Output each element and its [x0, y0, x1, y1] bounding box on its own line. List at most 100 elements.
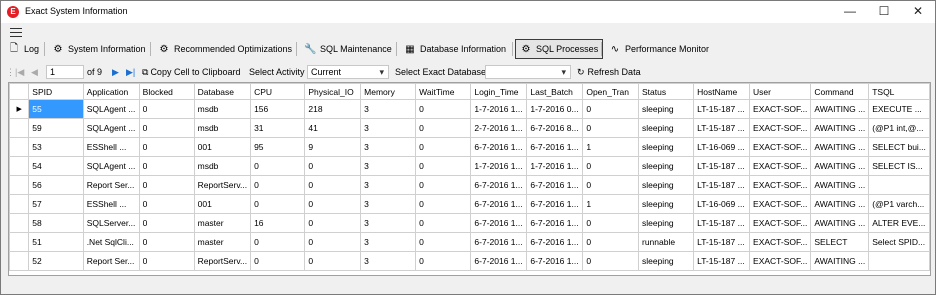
row-header[interactable]: ▶ — [9, 99, 30, 119]
column-header-login-time[interactable]: Login_Time — [470, 83, 528, 100]
table-cell[interactable]: 156 — [250, 99, 306, 119]
table-cell[interactable]: 58 — [28, 213, 84, 233]
row-header[interactable] — [9, 232, 30, 252]
table-cell[interactable]: 3 — [360, 213, 417, 233]
table-cell[interactable]: AWAITING ... — [810, 251, 870, 271]
table-cell[interactable]: 0 — [138, 213, 195, 233]
previous-record-button[interactable]: ◀ — [31, 65, 38, 79]
table-cell[interactable]: 0 — [582, 213, 639, 233]
table-cell[interactable]: SELECT IS... — [868, 156, 930, 176]
first-record-button[interactable]: |◀ — [15, 65, 24, 79]
table-cell[interactable]: 3 — [360, 137, 417, 157]
row-header[interactable] — [9, 118, 30, 138]
column-header-memory[interactable]: Memory — [360, 83, 417, 100]
table-cell[interactable]: 0 — [582, 251, 639, 271]
table-cell[interactable]: 3 — [360, 194, 417, 214]
row-header[interactable] — [9, 213, 30, 233]
table-cell[interactable]: 1 — [582, 137, 639, 157]
column-header-spid[interactable]: SPID — [28, 83, 84, 100]
table-row[interactable]: 58 SQLServer... 0 master 16 0 3 0 6-7-2016 1... 6… — [9, 213, 930, 233]
table-cell[interactable]: msdb — [193, 118, 252, 138]
table-cell[interactable]: SELECT — [810, 232, 870, 252]
table-cell[interactable]: 0 — [415, 99, 472, 119]
hamburger-menu-icon[interactable] — [10, 28, 22, 38]
tab-sql-maintenance[interactable]: 🔧 SQL Maintenance — [300, 39, 396, 59]
table-row[interactable]: ▶ 55 SQLAgent ... 0 msdb 156 218 3 0 1-7-2016 1..… — [9, 99, 930, 119]
table-cell[interactable]: 6-7-2016 1... — [526, 251, 584, 271]
column-header-tsql[interactable]: TSQL — [868, 83, 930, 100]
table-cell[interactable]: LT-15-187 ... — [693, 175, 751, 195]
table-cell[interactable]: 0 — [304, 175, 362, 195]
table-cell[interactable]: sleeping — [637, 213, 695, 233]
column-header-open-tran[interactable]: Open_Tran — [582, 83, 639, 100]
column-header-waittime[interactable]: WaitTime — [415, 83, 472, 100]
table-cell[interactable]: 001 — [193, 194, 252, 214]
table-cell[interactable]: 51 — [28, 232, 84, 252]
table-cell[interactable]: msdb — [193, 99, 252, 119]
table-cell[interactable]: 0 — [415, 156, 472, 176]
table-cell[interactable]: 53 — [28, 137, 84, 157]
tab-system-information[interactable]: ⚙ System Information — [48, 39, 150, 59]
table-cell[interactable]: 6-7-2016 1... — [526, 175, 584, 195]
table-cell[interactable]: EXACT-SOF... — [749, 137, 812, 157]
table-cell[interactable]: AWAITING ... — [810, 175, 870, 195]
table-cell[interactable]: 0 — [582, 99, 639, 119]
last-record-button[interactable]: ▶| — [126, 65, 135, 79]
table-cell[interactable]: (@P1 varch... — [868, 194, 930, 214]
table-cell[interactable]: 0 — [582, 156, 639, 176]
table-cell[interactable]: AWAITING ... — [810, 99, 870, 119]
table-cell[interactable]: LT-16-069 ... — [693, 137, 751, 157]
table-cell[interactable]: EXECUTE ... — [868, 99, 930, 119]
table-row[interactable]: 54 SQLAgent ... 0 msdb 0 0 3 0 1-7-2016 1... 1-7-… — [9, 156, 930, 176]
table-cell[interactable]: EXACT-SOF... — [749, 175, 812, 195]
table-cell[interactable]: runnable — [637, 232, 695, 252]
maximize-button[interactable]: ☐ — [867, 1, 901, 23]
table-cell[interactable]: SQLAgent ... — [82, 156, 140, 176]
table-cell[interactable]: 0 — [582, 232, 639, 252]
table-cell[interactable]: LT-16-069 ... — [693, 194, 751, 214]
table-row[interactable]: 51 .Net SqlCli... 0 master 0 0 3 0 6-7-2016 1...… — [9, 232, 930, 252]
table-cell[interactable]: 9 — [304, 137, 362, 157]
table-cell[interactable]: LT-15-187 ... — [693, 213, 751, 233]
table-cell[interactable]: 0 — [415, 137, 472, 157]
table-cell[interactable]: msdb — [193, 156, 252, 176]
table-cell[interactable]: AWAITING ... — [810, 194, 870, 214]
table-cell[interactable]: 3 — [360, 118, 417, 138]
table-cell[interactable]: sleeping — [637, 194, 695, 214]
table-cell[interactable]: 6-7-2016 1... — [470, 232, 528, 252]
table-cell[interactable]: 0 — [138, 175, 195, 195]
table-cell[interactable]: 0 — [582, 118, 639, 138]
table-cell[interactable]: 0 — [250, 251, 306, 271]
table-cell[interactable]: sleeping — [637, 175, 695, 195]
column-header-database[interactable]: Database — [193, 83, 252, 100]
table-cell[interactable]: 6-7-2016 1... — [470, 137, 528, 157]
table-cell[interactable] — [868, 251, 930, 271]
table-cell[interactable]: 1-7-2016 1... — [526, 156, 584, 176]
table-cell[interactable]: 6-7-2016 1... — [470, 213, 528, 233]
table-cell[interactable]: 0 — [415, 251, 472, 271]
table-cell[interactable]: 0 — [138, 99, 195, 119]
table-cell[interactable]: 1 — [582, 194, 639, 214]
table-cell[interactable]: 0 — [138, 194, 195, 214]
table-cell[interactable]: 0 — [250, 156, 306, 176]
table-cell[interactable]: 57 — [28, 194, 84, 214]
table-cell[interactable]: 6-7-2016 1... — [470, 251, 528, 271]
table-cell[interactable]: ReportServ... — [193, 251, 252, 271]
column-header-last-batch[interactable]: Last_Batch — [526, 83, 584, 100]
table-cell[interactable]: (@P1 int,@... — [868, 118, 930, 138]
table-cell[interactable]: LT-15-187 ... — [693, 232, 751, 252]
table-cell[interactable]: 95 — [250, 137, 306, 157]
table-cell[interactable]: 6-7-2016 1... — [470, 194, 528, 214]
column-header-hostname[interactable]: HostName — [693, 83, 751, 100]
table-cell[interactable]: master — [193, 213, 252, 233]
table-cell[interactable]: EXACT-SOF... — [749, 118, 812, 138]
table-cell[interactable]: 6-7-2016 1... — [526, 194, 584, 214]
table-cell[interactable]: LT-15-187 ... — [693, 251, 751, 271]
column-header-application[interactable]: Application — [82, 83, 140, 100]
column-header-status[interactable]: Status — [637, 83, 695, 100]
table-cell[interactable]: 6-7-2016 1... — [526, 137, 584, 157]
table-cell[interactable]: 0 — [582, 175, 639, 195]
table-cell[interactable]: 0 — [250, 194, 306, 214]
table-cell[interactable]: AWAITING ... — [810, 156, 870, 176]
tab-sql-processes[interactable]: ⚙ SQL Processes — [515, 39, 604, 59]
